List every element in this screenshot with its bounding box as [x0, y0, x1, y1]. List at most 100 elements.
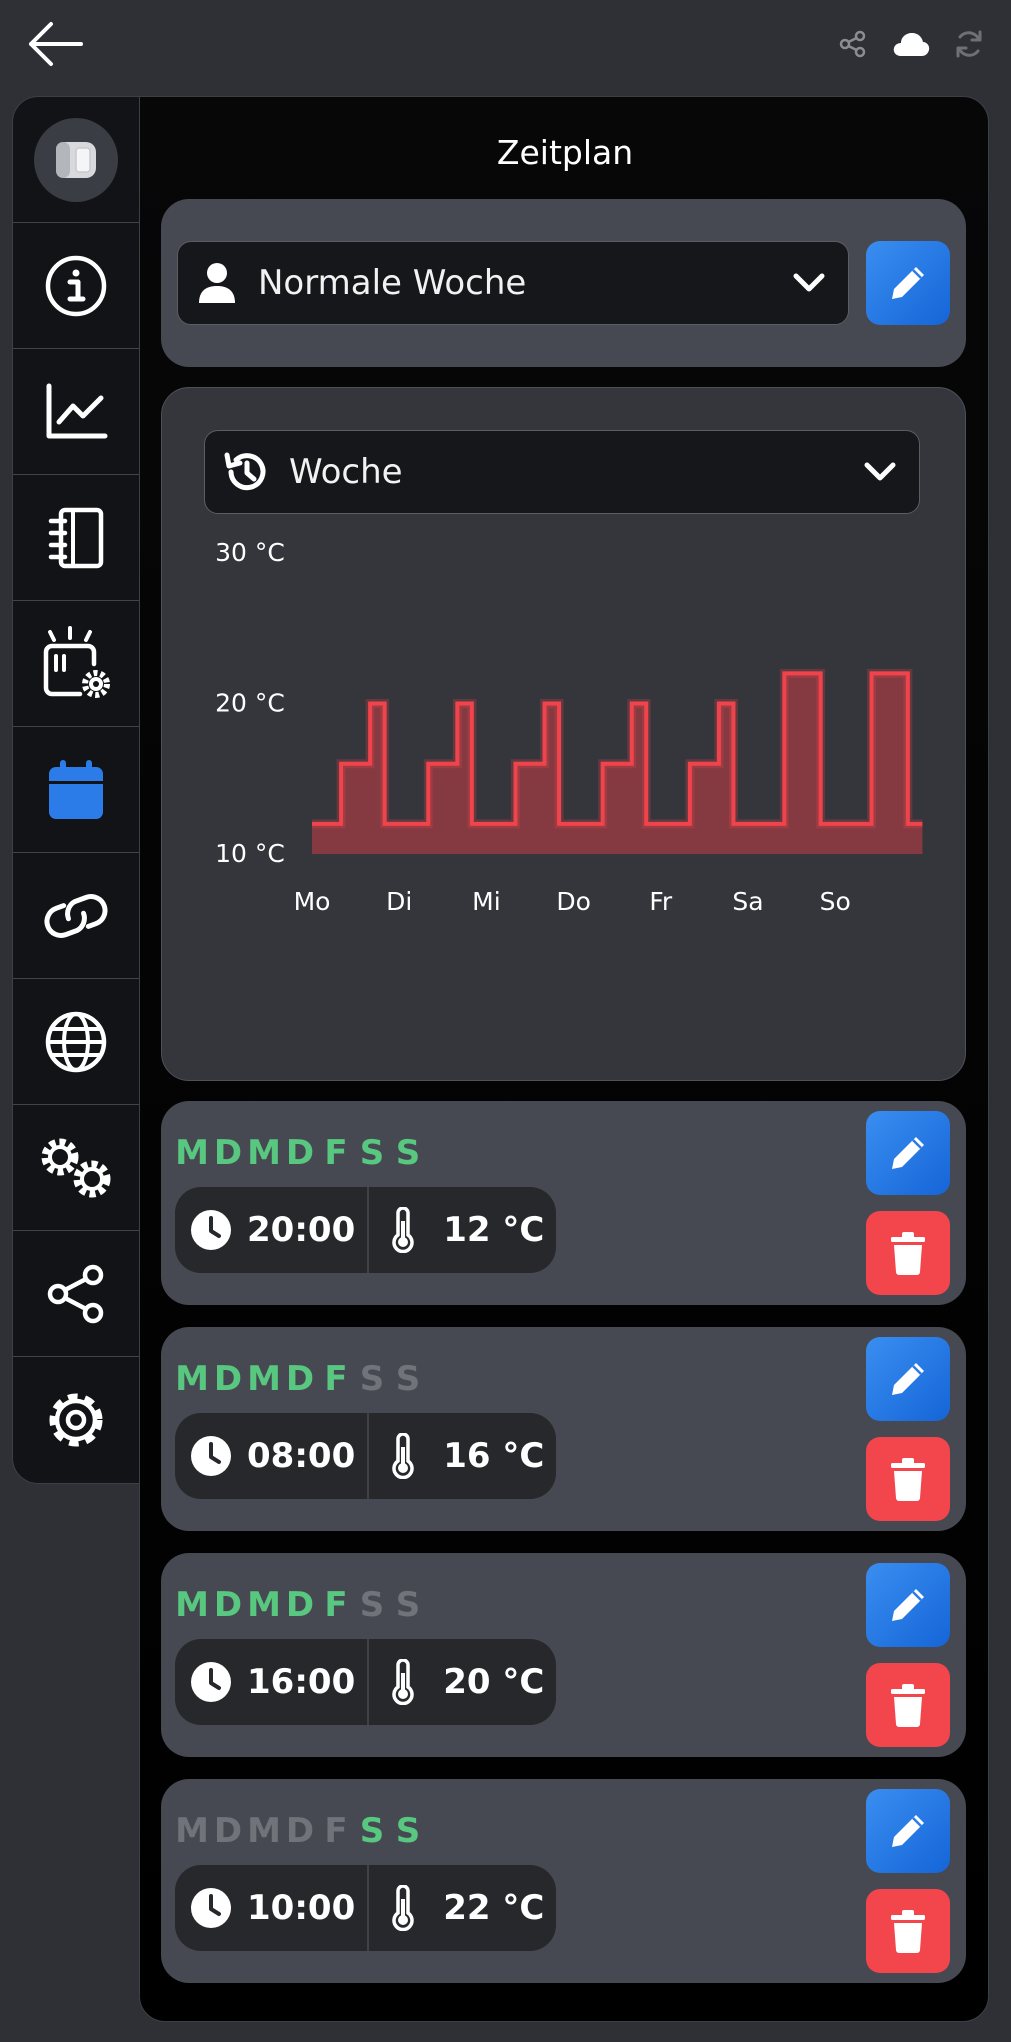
- weekday-letter: D: [285, 1133, 315, 1173]
- back-button[interactable]: [20, 14, 90, 74]
- sidebar-item-links[interactable]: [13, 853, 139, 979]
- thermometer-icon: [392, 1433, 414, 1479]
- schedule-entry: M D M D F S S 10:00 22 °C: [161, 1779, 966, 1983]
- pencil-icon: [892, 1589, 924, 1621]
- gear-icon: [49, 1393, 103, 1447]
- page-title: Zeitplan: [496, 133, 634, 172]
- time-segment: 20:00: [175, 1187, 367, 1273]
- sidebar-item-log[interactable]: [13, 475, 139, 601]
- view-select[interactable]: Woche: [204, 430, 920, 514]
- sync-icon: [956, 30, 982, 58]
- schedule-entry: M D M D F S S 20:00 12 °C: [161, 1101, 966, 1305]
- weekday-letter: D: [285, 1585, 315, 1625]
- globe-icon: [45, 1011, 107, 1072]
- weekday-letter: F: [324, 1585, 348, 1625]
- link-icon: [44, 893, 108, 938]
- sidebar-item-schedule[interactable]: [13, 727, 139, 853]
- weekday-letter: D: [213, 1133, 243, 1173]
- clock-icon: [191, 1210, 231, 1250]
- chart-line-icon: [46, 383, 108, 438]
- entry-temperature: 16 °C: [443, 1436, 545, 1476]
- entry-temperature: 20 °C: [443, 1662, 545, 1702]
- entry-time: 08:00: [247, 1436, 356, 1476]
- weekday-indicators: MDMDFSS: [175, 1133, 425, 1173]
- weekday-indicators: MDMDFSS: [175, 1359, 425, 1399]
- weekday-indicators: MDMDFSS: [175, 1811, 425, 1851]
- chevron-down-icon: [864, 462, 896, 481]
- weekday-letter: S: [395, 1811, 421, 1851]
- weekday-letter: S: [395, 1133, 421, 1173]
- entry-time: 10:00: [247, 1888, 356, 1928]
- cloud-icon: [893, 33, 930, 56]
- edit-entry-button[interactable]: [866, 1111, 950, 1195]
- sidebar-item-history[interactable]: [13, 349, 139, 475]
- weekday-letter: M: [247, 1359, 281, 1399]
- thermometer-icon: [392, 1659, 414, 1705]
- x-tick-label: So: [820, 887, 851, 916]
- clock-icon: [191, 1888, 231, 1928]
- top-bar: [0, 0, 1011, 92]
- weekday-letter: M: [247, 1811, 281, 1851]
- time-segment: 10:00: [175, 1865, 367, 1951]
- weekday-letter: M: [175, 1811, 209, 1851]
- trash-icon: [891, 1232, 925, 1275]
- gears-icon: [41, 1138, 111, 1197]
- weekday-letter: F: [324, 1811, 348, 1851]
- x-tick-label: Fr: [649, 887, 673, 916]
- y-tick-label: 30 °C: [215, 538, 285, 567]
- sidebar-item-device[interactable]: [13, 97, 139, 223]
- schedule-entry: M D M D F S S 16:00 20 °C: [161, 1553, 966, 1757]
- entry-detail-pill: 08:00 16 °C: [175, 1413, 557, 1499]
- arrow-left-icon: [29, 22, 83, 66]
- delete-entry-button[interactable]: [866, 1437, 950, 1521]
- edit-entry-button[interactable]: [866, 1563, 950, 1647]
- entry-temperature: 12 °C: [443, 1210, 545, 1250]
- entry-temperature: 22 °C: [443, 1888, 545, 1928]
- trash-icon: [891, 1458, 925, 1501]
- sync-button[interactable]: [949, 26, 989, 62]
- pencil-icon: [892, 1363, 924, 1395]
- temperature-segment: 22 °C: [369, 1865, 556, 1951]
- user-icon: [199, 263, 235, 303]
- schedule-entry: M D M D F S S 08:00 16 °C: [161, 1327, 966, 1531]
- x-tick-label: Mi: [472, 887, 501, 916]
- calendar-icon: [49, 759, 103, 819]
- sidebar-item-network[interactable]: [13, 979, 139, 1105]
- edit-profile-button[interactable]: [866, 241, 950, 325]
- profile-select[interactable]: Normale Woche: [177, 241, 849, 325]
- pencil-icon: [892, 1137, 924, 1169]
- device-gear-icon: [43, 625, 110, 698]
- trash-icon: [891, 1684, 925, 1727]
- delete-entry-button[interactable]: [866, 1663, 950, 1747]
- delete-entry-button[interactable]: [866, 1211, 950, 1295]
- sidebar-item-share[interactable]: [13, 1231, 139, 1357]
- edit-entry-button[interactable]: [866, 1337, 950, 1421]
- sidebar-item-settings[interactable]: [13, 1357, 139, 1483]
- share-button[interactable]: [833, 26, 873, 62]
- weekday-letter: D: [213, 1811, 243, 1851]
- schedule-panel: Zeitplan Normale Woche Woche 30 °C 20 °C…: [139, 96, 989, 2022]
- sidebar-item-advanced[interactable]: [13, 1105, 139, 1231]
- avatar: [34, 117, 118, 202]
- clock-icon: [191, 1662, 231, 1702]
- entry-detail-pill: 20:00 12 °C: [175, 1187, 557, 1273]
- weekday-indicators: MDMDFSS: [175, 1585, 425, 1625]
- weekday-letter: D: [213, 1359, 243, 1399]
- chevron-down-icon: [793, 273, 825, 292]
- thermostat-device-icon: [56, 141, 96, 178]
- sidebar-item-device-settings[interactable]: [13, 601, 139, 727]
- weekday-letter: M: [175, 1133, 209, 1173]
- x-tick-label: Di: [386, 887, 412, 916]
- clock-icon: [191, 1436, 231, 1476]
- sidebar-item-info[interactable]: [13, 223, 139, 349]
- edit-entry-button[interactable]: [866, 1789, 950, 1873]
- entry-detail-pill: 10:00 22 °C: [175, 1865, 557, 1951]
- trash-icon: [891, 1910, 925, 1953]
- cloud-button[interactable]: [891, 26, 931, 62]
- temperature-segment: 16 °C: [369, 1413, 556, 1499]
- sidebar: [12, 96, 140, 1484]
- time-segment: 16:00: [175, 1639, 367, 1725]
- y-tick-label: 20 °C: [215, 689, 285, 718]
- pencil-icon: [892, 1815, 924, 1847]
- delete-entry-button[interactable]: [866, 1889, 950, 1973]
